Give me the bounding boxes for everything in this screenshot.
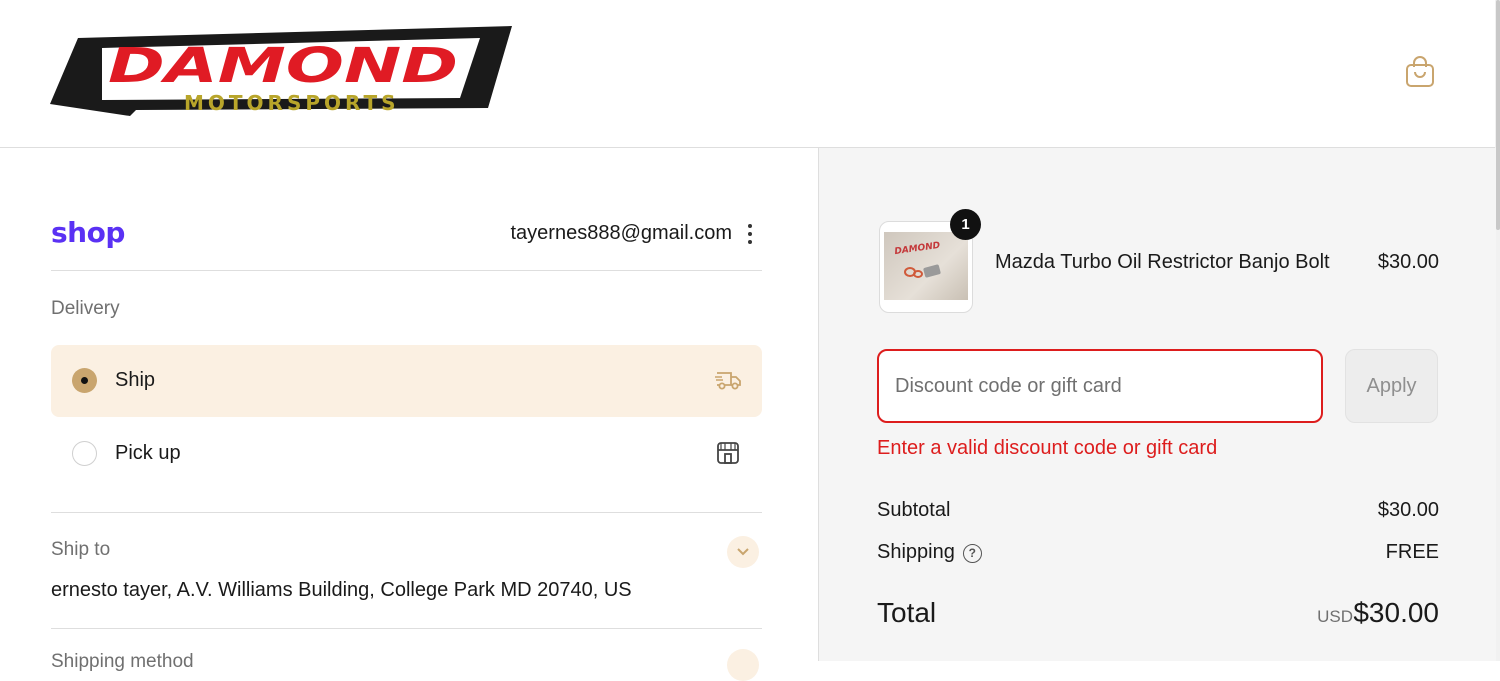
delivery-label: Delivery [51,298,120,319]
shipping-method-label: Shipping method [51,651,194,672]
damond-motorsports-logo[interactable]: DAMOND MOTORSPORTS [50,24,515,116]
shipping-address: ernesto tayer, A.V. Williams Building, C… [51,579,632,601]
help-icon[interactable]: ? [962,544,982,563]
shipping-value: FREE [1385,541,1439,563]
store-header: DAMOND MOTORSPORTS [0,0,1495,148]
logo-word: DAMOND [108,38,458,94]
ship-to-label: Ship to [51,539,111,560]
pickup-label: Pick up [115,442,181,464]
product-image: DAMOND [884,232,968,300]
pickup-radio[interactable] [72,441,97,466]
total-label: Total [877,597,937,628]
divider [51,270,762,271]
truck-icon [715,372,741,390]
more-options-icon[interactable] [742,222,758,244]
quantity-badge: 1 [950,209,981,240]
shipping-row: Shipping? FREE [877,541,1439,564]
account-email: tayernes888@gmail.com [510,222,732,244]
delivery-option-pickup[interactable]: Pick up [51,418,762,490]
ship-label: Ship [115,369,156,391]
scrollbar-thumb[interactable] [1496,0,1500,230]
subtotal-label: Subtotal [877,499,951,521]
subtotal-value: $30.00 [1377,499,1439,521]
checkout-main: shop tayernes888@gmail.com Delivery Ship… [0,148,818,681]
discount-error-message: Enter a valid discount code or gift card [877,437,1218,459]
shipping-label: Shipping [877,541,955,563]
discount-code-input[interactable] [877,349,1323,423]
product-price: $30.00 [1377,251,1439,273]
apply-discount-button[interactable]: Apply [1345,349,1438,423]
order-summary: DAMOND 1 Mazda Turbo Oil Restrictor Banj… [818,148,1496,661]
shipping-method-toggle[interactable] [727,649,759,681]
store-icon [717,442,739,464]
shop-pay-logo: shop [51,216,125,249]
currency-code: USD [1317,607,1353,626]
subtotal-row: Subtotal $30.00 [877,499,1439,522]
product-name: Mazda Turbo Oil Restrictor Banjo Bolt [995,251,1330,273]
ship-to-toggle[interactable] [727,536,759,568]
chevron-down-icon [737,548,749,556]
divider [51,628,762,629]
total-row: Total USD $30.00 [877,597,1439,629]
ship-radio[interactable] [72,368,97,393]
total-value: $30.00 [1353,597,1439,628]
delivery-option-ship[interactable]: Ship [51,345,762,417]
divider [51,512,762,513]
logo-subword: MOTORSPORTS [184,91,400,115]
product-image-logo: DAMOND [894,241,942,257]
shopping-bag-icon[interactable] [1403,55,1437,89]
